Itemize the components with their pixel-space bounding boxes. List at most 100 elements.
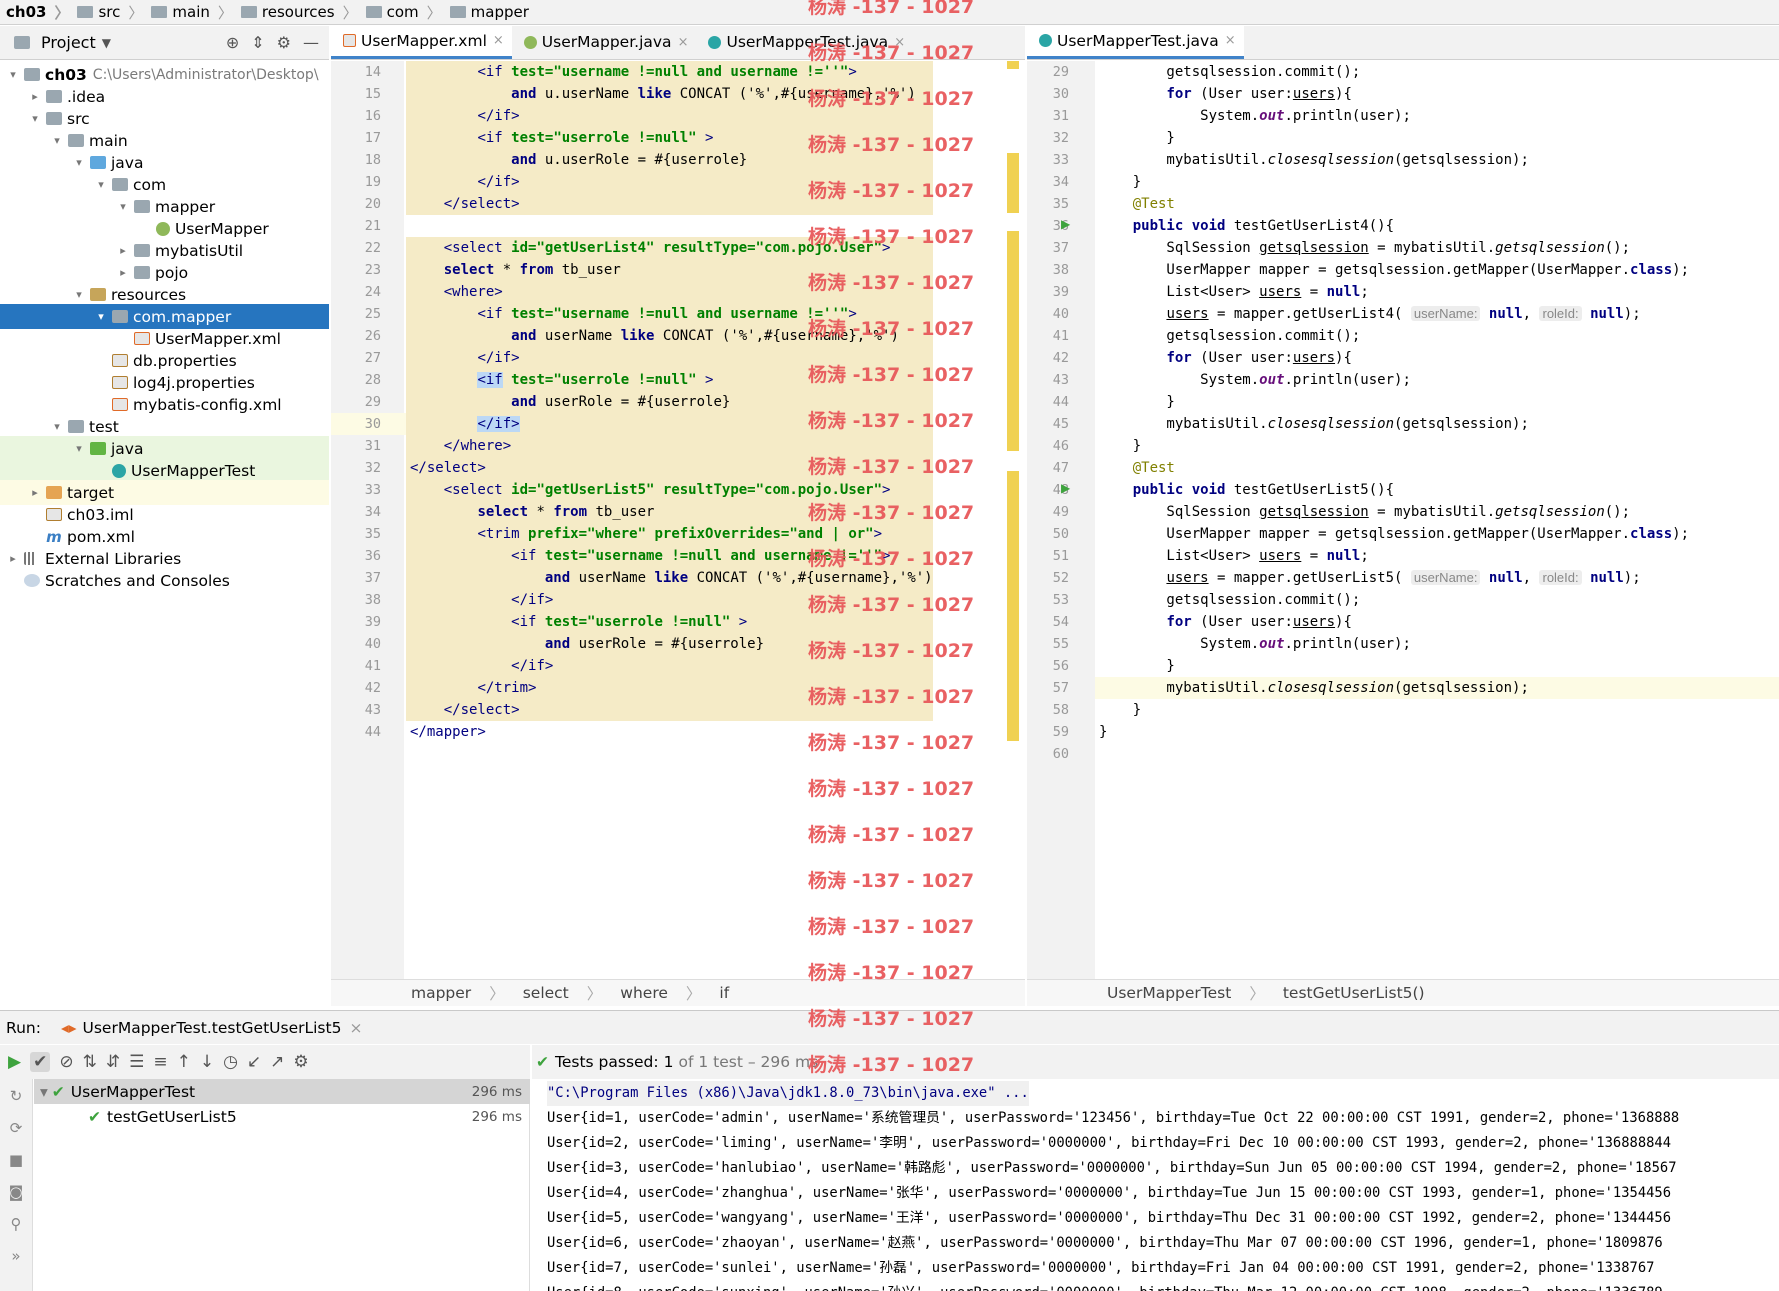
show-passed-icon[interactable]: ✔ bbox=[30, 1052, 51, 1072]
code-line[interactable]: UserMapper mapper = getsqlsession.getMap… bbox=[1099, 523, 1689, 545]
code-line[interactable]: select * from tb_user bbox=[410, 259, 621, 281]
more-icon[interactable]: » bbox=[11, 1247, 20, 1265]
sort-duration-icon[interactable]: ⇵ bbox=[106, 1052, 120, 1072]
code-line[interactable]: users = mapper.getUserList5( userName: n… bbox=[1099, 567, 1641, 589]
code-line[interactable]: List<User> users = null; bbox=[1099, 545, 1368, 567]
chevron-down-icon[interactable]: ▾ bbox=[94, 178, 108, 191]
close-icon[interactable]: × bbox=[349, 1019, 362, 1037]
project-view-selector[interactable]: Project bbox=[41, 33, 96, 52]
code-line[interactable]: <trim prefix="where" prefixOverrides="an… bbox=[410, 523, 882, 545]
tree-item[interactable]: Scratches and Consoles bbox=[0, 568, 329, 593]
code-line[interactable]: System.out.println(user); bbox=[1099, 105, 1411, 127]
run-config-tab[interactable]: ◂▸ UserMapperTest.testGetUserList5 × bbox=[61, 1019, 362, 1037]
code-line[interactable]: SqlSession getsqlsession = mybatisUtil.g… bbox=[1099, 237, 1630, 259]
editor-tab[interactable]: UserMapper.xml × bbox=[331, 25, 512, 59]
editor-breadcrumb-item[interactable]: UserMapperTest bbox=[1107, 984, 1231, 1002]
java-editor[interactable]: 29 getsqlsession.commit(); 30 for (User u… bbox=[1027, 61, 1779, 979]
code-line[interactable]: @Test bbox=[1099, 457, 1175, 479]
code-line[interactable]: and userName like CONCAT ('%',#{username… bbox=[410, 325, 899, 347]
code-line[interactable]: List<User> users = null; bbox=[1099, 281, 1368, 303]
export-tests-icon[interactable]: ↗ bbox=[270, 1052, 284, 1072]
code-line[interactable]: <if test="userrole !=null" > bbox=[410, 127, 713, 149]
xml-editor[interactable]: 14 <if test="username !=null and usernam… bbox=[331, 61, 1025, 979]
run-test-icon[interactable]: ▶ bbox=[1061, 481, 1070, 495]
run-test-icon[interactable]: ▶ bbox=[1061, 217, 1070, 231]
code-line[interactable]: } bbox=[1099, 699, 1141, 721]
show-ignored-icon[interactable]: ⊘ bbox=[59, 1052, 73, 1072]
chevron-down-icon[interactable]: ▾ bbox=[6, 68, 20, 81]
code-line[interactable]: <select id="getUserList5" resultType="co… bbox=[410, 479, 891, 501]
chevron-down-icon[interactable]: ▾ bbox=[72, 442, 86, 455]
test-result-item[interactable]: ▾ ✔ UserMapperTest 296 ms bbox=[34, 1079, 530, 1104]
toggle-auto-test-icon[interactable]: ⟳ bbox=[10, 1119, 23, 1137]
code-line[interactable]: mybatisUtil.closesqlsession(getsqlsessio… bbox=[1099, 677, 1528, 699]
code-line[interactable]: <if test="userrole !=null" > bbox=[410, 369, 713, 391]
chevron-right-icon[interactable]: ▸ bbox=[116, 244, 130, 257]
hide-icon[interactable]: — bbox=[303, 33, 319, 52]
code-line[interactable]: getsqlsession.commit(); bbox=[1099, 589, 1360, 611]
expand-all-icon[interactable]: ☰ bbox=[129, 1052, 144, 1072]
code-line[interactable]: } bbox=[1099, 127, 1174, 149]
code-line[interactable]: and userRole = #{userrole} bbox=[410, 633, 764, 655]
code-line[interactable]: for (User user:users){ bbox=[1099, 611, 1351, 633]
stop-icon[interactable]: ■ bbox=[9, 1151, 23, 1169]
editor-breadcrumb-item[interactable]: select bbox=[523, 984, 569, 1002]
gear-icon[interactable]: ⚙ bbox=[277, 33, 291, 52]
breadcrumb-item[interactable]: resources 〉 bbox=[240, 2, 358, 23]
editor-tab[interactable]: UserMapperTest.java × bbox=[696, 25, 913, 59]
code-line[interactable]: <if test="username !=null and username !… bbox=[410, 61, 856, 83]
rerun-failed-icon[interactable]: ↻ bbox=[10, 1087, 23, 1105]
code-line[interactable]: getsqlsession.commit(); bbox=[1099, 325, 1360, 347]
close-icon[interactable]: × bbox=[678, 35, 689, 50]
editor-tab[interactable]: UserMapper.java × bbox=[512, 25, 697, 59]
code-line[interactable]: <select id="getUserList4" resultType="co… bbox=[410, 237, 891, 259]
next-failed-icon[interactable]: ↓ bbox=[200, 1052, 214, 1072]
editor-breadcrumb-item[interactable]: testGetUserList5() bbox=[1283, 984, 1425, 1002]
breadcrumb-item[interactable]: com 〉 bbox=[365, 2, 442, 23]
settings-icon[interactable]: ⚙ bbox=[293, 1052, 308, 1072]
locate-icon[interactable]: ⊕ bbox=[226, 33, 239, 52]
camera-icon[interactable]: ◙ bbox=[9, 1183, 24, 1201]
test-history-icon[interactable]: ◷ bbox=[223, 1052, 238, 1072]
code-line[interactable]: } bbox=[1099, 391, 1174, 413]
editor-breadcrumb-item[interactable]: mapper bbox=[411, 984, 471, 1002]
code-line[interactable]: </select> bbox=[410, 193, 520, 215]
code-line[interactable]: <if test="userrole !=null" > bbox=[410, 611, 747, 633]
code-line[interactable]: users = mapper.getUserList4( userName: n… bbox=[1099, 303, 1641, 325]
breadcrumb-item[interactable]: src 〉 bbox=[77, 2, 143, 23]
code-line[interactable]: System.out.println(user); bbox=[1099, 633, 1411, 655]
chevron-right-icon[interactable]: ▸ bbox=[28, 486, 42, 499]
code-line[interactable]: </if> bbox=[410, 347, 519, 369]
chevron-right-icon[interactable]: ▸ bbox=[6, 552, 20, 565]
close-icon[interactable]: × bbox=[1225, 33, 1236, 48]
code-line[interactable]: </if> bbox=[410, 171, 519, 193]
code-line[interactable]: mybatisUtil.closesqlsession(getsqlsessio… bbox=[1099, 149, 1528, 171]
code-line[interactable]: } bbox=[1099, 171, 1141, 193]
rerun-icon[interactable]: ▶ bbox=[8, 1052, 21, 1072]
code-line[interactable]: getsqlsession.commit(); bbox=[1099, 61, 1360, 83]
sort-alpha-icon[interactable]: ⇅ bbox=[83, 1052, 97, 1072]
collapse-all-icon[interactable]: ≡ bbox=[153, 1052, 167, 1072]
code-line[interactable]: </if> bbox=[410, 413, 520, 435]
code-line[interactable]: </where> bbox=[410, 435, 511, 457]
test-result-item[interactable]: ✔ testGetUserList5 296 ms bbox=[34, 1104, 530, 1129]
code-line[interactable]: } bbox=[1099, 721, 1107, 743]
editor-breadcrumb-item[interactable]: if bbox=[719, 984, 729, 1002]
close-icon[interactable]: × bbox=[493, 33, 504, 48]
code-line[interactable]: <if test="username !=null and username !… bbox=[410, 545, 890, 567]
chevron-right-icon[interactable]: ▸ bbox=[116, 266, 130, 279]
chevron-down-icon[interactable]: ▼ bbox=[102, 36, 111, 50]
code-line[interactable]: <where> bbox=[410, 281, 503, 303]
code-line[interactable]: for (User user:users){ bbox=[1099, 83, 1351, 105]
code-line[interactable]: <if test="username !=null and username !… bbox=[410, 303, 856, 325]
previous-failed-icon[interactable]: ↑ bbox=[177, 1052, 191, 1072]
code-line[interactable]: </if> bbox=[410, 105, 519, 127]
code-line[interactable]: </if> bbox=[410, 655, 553, 677]
editor-tab[interactable]: UserMapperTest.java × bbox=[1027, 25, 1244, 59]
code-line[interactable]: public void testGetUserList5(){ bbox=[1099, 479, 1394, 501]
code-line[interactable]: and u.userRole = #{userrole} bbox=[410, 149, 747, 171]
code-line[interactable]: select * from tb_user bbox=[410, 501, 654, 523]
breadcrumb-item[interactable]: mapper bbox=[449, 3, 529, 21]
breadcrumb-item[interactable]: main 〉 bbox=[151, 2, 233, 23]
code-line[interactable]: public void testGetUserList4(){ bbox=[1099, 215, 1394, 237]
